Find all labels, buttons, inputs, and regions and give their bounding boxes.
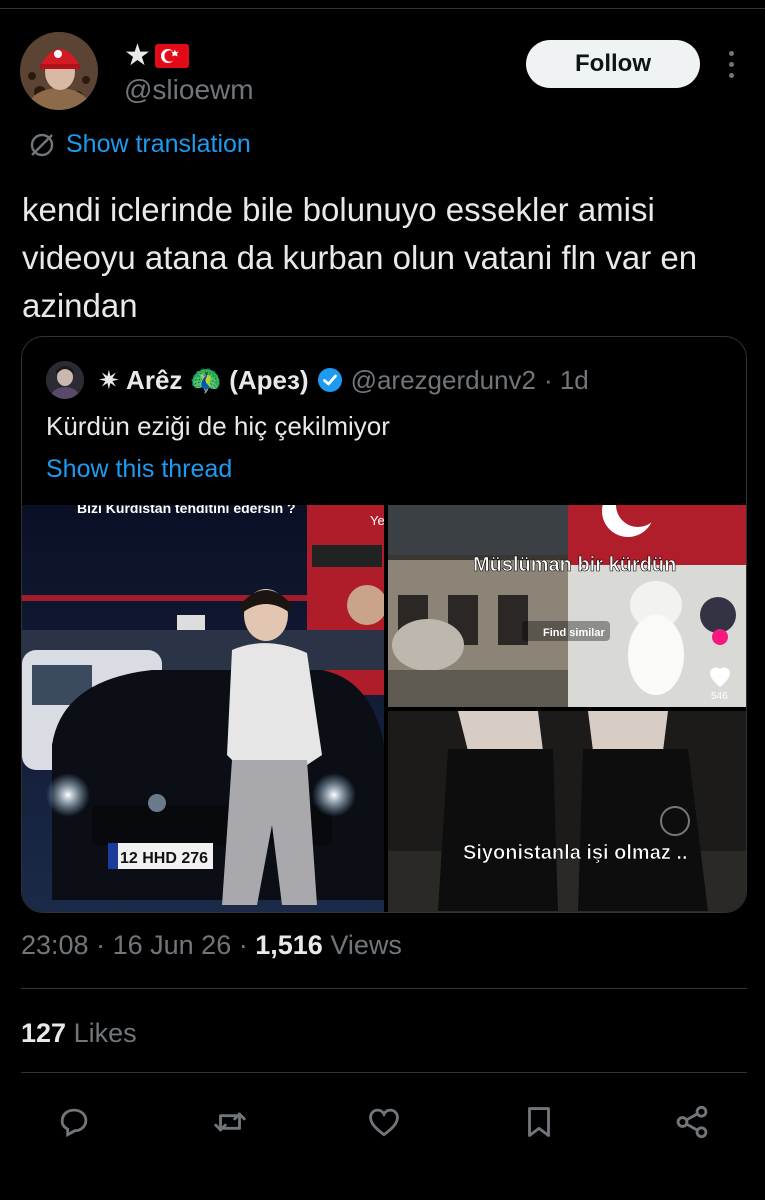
divider [21,988,747,989]
quoted-author-handle[interactable]: @arezgerdunv2 [351,365,536,396]
media-image-car[interactable]: 12 HHD 276 Bizi Kürdistan tehditini eder… [22,505,384,912]
turkey-flag-icon [154,43,189,68]
show-translation-label: Show translation [66,130,251,158]
left-media-caption: Bizi Kürdistan tehditini edersin ? [77,505,296,516]
license-plate-text: 12 HHD 276 [120,850,208,867]
tweet-text: kendi iclerinde bile bolunuyo essekler a… [22,191,698,324]
translate-globe-icon [30,133,54,156]
bookmark-button[interactable] [517,1100,561,1144]
author-avatar[interactable] [20,32,98,110]
quoted-author-name[interactable]: ✷ Arêz 🦚 (Арез) [98,365,309,396]
show-translation-link[interactable]: Show translation [28,130,251,159]
quoted-author-avatar[interactable] [46,361,84,399]
media-like-count: 546 [711,691,728,702]
meta-separator: · [96,930,106,960]
author-display-name[interactable]: ★ [124,38,189,73]
author-handle[interactable]: @slioewm [124,74,254,106]
heart-icon [369,1108,399,1137]
follow-button[interactable]: Follow [526,40,700,88]
bookmark-icon [528,1107,550,1137]
bottom-right-caption: Siyonistanla işi olmaz .. [463,842,688,864]
share-button[interactable] [670,1100,714,1144]
top-right-caption: Müslüman bir kürdün [473,554,676,576]
find-similar-label[interactable]: Find similar [543,627,605,639]
tweet-time: 23:08 [21,930,89,960]
repost-button[interactable] [208,1100,252,1144]
media-image-legs[interactable]: Siyonistanla işi olmaz .. [388,711,746,912]
likes-count: 127 [21,1018,67,1048]
top-divider [0,8,765,9]
like-button[interactable] [362,1100,406,1144]
show-this-thread-link[interactable]: Show this thread [46,455,232,484]
likes-label: Likes [73,1018,137,1048]
reply-button[interactable] [52,1100,96,1144]
more-options-icon[interactable] [716,44,746,84]
views-count: 1,516 [255,930,323,960]
quoted-tweet-header: ✷ Arêz 🦚 (Арез) @arezgerdunv2 · 1d [46,361,589,399]
quoted-media-grid: 12 HHD 276 Bizi Kürdistan tehditini eder… [22,505,746,912]
author-name-text: ★ [124,39,151,72]
tweet-date: 16 Jun 26 [112,930,232,960]
media-image-mosque[interactable]: Find similar 546 Müslüman bir kürdün [388,505,746,707]
tweet-timestamp[interactable]: 23:08 · 16 Jun 26 · 1,516 Views [21,930,402,961]
quoted-tweet-text: Kürdün eziği de hiç çekilmiyor [46,411,390,441]
share-icon [676,1105,708,1139]
store-sign-text: Ye [370,513,384,528]
views-label: Views [330,930,402,960]
likes-count-link[interactable]: 127 Likes [21,1018,137,1049]
quoted-tweet[interactable]: ✷ Arêz 🦚 (Арез) @arezgerdunv2 · 1d Kürdü… [21,336,747,913]
verified-badge-icon [317,368,342,392]
divider [21,1072,747,1073]
reply-icon [60,1108,88,1138]
quoted-tweet-age: · 1d [543,364,589,395]
repost-icon [214,1112,246,1132]
meta-separator: · [238,930,248,960]
